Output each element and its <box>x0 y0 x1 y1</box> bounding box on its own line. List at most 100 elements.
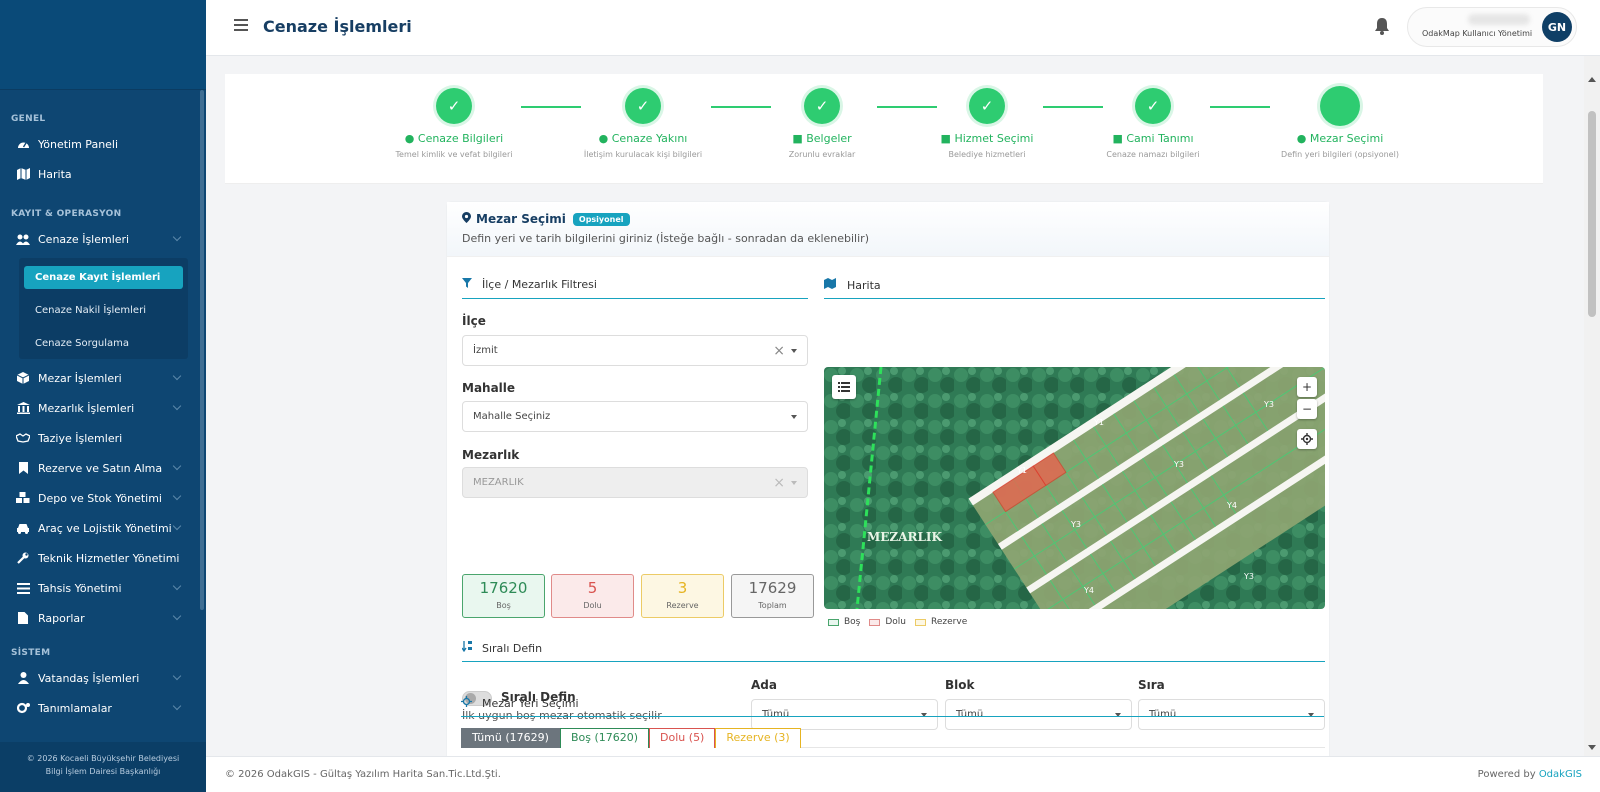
avatar[interactable]: GN <box>1542 12 1572 42</box>
step-belgeler[interactable]: ✓ ■ Belgeler Zorunlu evraklar <box>732 88 912 159</box>
mezar-yeri-section-title: Mezar Yeri Seçimi <box>461 696 579 710</box>
chevron-down-icon <box>172 461 182 471</box>
main-scrollbar[interactable] <box>1584 56 1600 756</box>
divider <box>461 716 1324 717</box>
handshake-icon <box>16 431 30 445</box>
mahalle-select[interactable]: Mahalle Seçiniz <box>462 401 808 432</box>
hamburger-icon[interactable] <box>234 19 248 34</box>
check-icon: ✓ <box>625 88 661 124</box>
sidebar-item-taziye-islemleri[interactable]: Taziye İşlemleri <box>0 423 206 453</box>
step-label: ● Mezar Seçimi <box>1296 132 1384 145</box>
caret-down-icon <box>791 481 797 485</box>
step-label: ■ Hizmet Seçimi <box>940 132 1034 145</box>
sidebar-item-label: Mezarlık İşlemleri <box>38 401 135 415</box>
sidebar-item-depo[interactable]: Depo ve Stok Yönetimi <box>0 483 206 513</box>
step-cami-tanimi[interactable]: ✓ ■ Cami Tanımı Cenaze namazı bilgileri <box>1063 88 1243 159</box>
submenu-cenaze-kayit[interactable]: Cenaze Kayıt İşlemleri <box>24 266 183 289</box>
layers-list-icon[interactable] <box>832 375 856 399</box>
stat-bos: 17620 Boş <box>462 574 545 618</box>
step-cenaze-bilgileri[interactable]: ✓ ● Cenaze Bilgileri Temel kimlik ve vef… <box>364 88 544 159</box>
road-label: Y4 <box>1226 501 1237 510</box>
sira-select[interactable]: Tümü <box>1138 699 1325 730</box>
sirali-section-title: Sıralı Defin <box>461 641 542 655</box>
step-sub: Defin yeri bilgileri (opsiyonel) <box>1281 150 1399 159</box>
sidebar-item-vatandas[interactable]: Vatandaş İşlemleri <box>0 663 206 693</box>
stat-value: 3 <box>677 579 688 597</box>
list-icon <box>16 581 30 595</box>
zoom-in-button[interactable]: + <box>1297 377 1317 397</box>
tab-tumu[interactable]: Tümü (17629) <box>461 728 560 748</box>
legend-label: Rezerve <box>931 617 968 627</box>
sidebar-item-mezar-islemleri[interactable]: Mezar İşlemleri <box>0 363 206 393</box>
ilce-select[interactable]: İzmit × <box>462 335 808 366</box>
optional-badge: Opsiyonel <box>572 212 630 226</box>
sidebar-footer: © 2026 Kocaeli Büyükşehir Belediyesi Bil… <box>0 742 206 792</box>
sidebar-item-yonetim-paneli[interactable]: Yönetim Paneli <box>0 129 206 159</box>
sidebar-submenu: Cenaze Kayıt İşlemleri Cenaze Nakil İşle… <box>19 258 188 359</box>
sidebar-item-cenaze-islemleri[interactable]: Cenaze İşlemleri <box>0 224 206 254</box>
building-icon: ■ <box>1112 132 1123 145</box>
submenu-cenaze-nakil[interactable]: Cenaze Nakil İşlemleri <box>24 299 183 322</box>
mezarlik-label: Mezarlık <box>462 448 520 462</box>
sidebar-item-label: Araç ve Lojistik Yönetimi <box>38 521 172 535</box>
check-icon: ✓ <box>436 88 472 124</box>
footer-powered: Powered by OdakGIS <box>1477 769 1582 780</box>
step-sub: Belediye hizmetleri <box>948 150 1026 159</box>
mezarlik-select[interactable]: MEZARLIK × <box>462 467 808 498</box>
sidebar-item-label: Depo ve Stok Yönetimi <box>38 491 162 505</box>
user-name <box>1468 14 1530 25</box>
user-icon <box>16 671 30 685</box>
sidebar-item-raporlar[interactable]: Raporlar <box>0 603 206 633</box>
stat-caption: Rezerve <box>666 601 699 610</box>
clear-icon[interactable]: × <box>773 343 785 359</box>
card-header: Mezar Seçimi Opsiyonel Defin yeri ve tar… <box>447 202 1329 257</box>
sidebar-item-mezarlik-islemleri[interactable]: Mezarlık İşlemleri <box>0 393 206 423</box>
sidebar-scrollbar[interactable] <box>200 90 204 610</box>
tab-bos[interactable]: Boş (17620) <box>559 728 650 748</box>
scroll-thumb[interactable] <box>1588 111 1596 317</box>
chevron-down-icon <box>172 521 182 531</box>
user-menu[interactable]: OdakMap Kullanıcı Yönetimi GN <box>1407 7 1577 47</box>
tab-rezerve[interactable]: Rezerve (3) <box>715 728 801 748</box>
sidebar: GENEL Yönetim Paneli Harita KAYIT & OPER… <box>0 0 206 792</box>
divider <box>462 298 808 299</box>
sidebar-item-arac[interactable]: Araç ve Lojistik Yönetimi <box>0 513 206 543</box>
pin-icon <box>462 212 471 226</box>
check-icon: ✓ <box>969 88 1005 124</box>
sidebar-item-rezerve[interactable]: Rezerve ve Satın Alma <box>0 453 206 483</box>
sidebar-item-tanimlamalar[interactable]: Tanımlamalar <box>0 693 206 723</box>
ilce-label: İlçe <box>462 314 486 328</box>
tab-dolu[interactable]: Dolu (5) <box>649 728 716 748</box>
step-sub: Cenaze namazı bilgileri <box>1106 150 1200 159</box>
locate-icon[interactable] <box>1297 429 1317 449</box>
blok-select[interactable]: Tümü <box>945 699 1132 730</box>
map-view[interactable]: MEZARLIK Y1 Y1 Y3 Y3 Y4 Y4 Y3 Y3 + − <box>824 367 1325 609</box>
step-hizmet-secimi[interactable]: ✓ ■ Hizmet Seçimi Belediye hizmetleri <box>897 88 1077 159</box>
wizard-stepper: ✓ ● Cenaze Bilgileri Temel kimlik ve vef… <box>225 74 1543 184</box>
sidebar-item-tahsis[interactable]: Tahsis Yönetimi <box>0 573 206 603</box>
dashboard-icon <box>16 137 30 151</box>
step-cenaze-yakini[interactable]: ✓ ● Cenaze Yakını İletişim kurulacak kiş… <box>553 88 733 159</box>
section-genel: GENEL <box>11 114 46 124</box>
sidebar-item-label: Raporlar <box>38 611 85 625</box>
submenu-cenaze-sorgulama[interactable]: Cenaze Sorgulama <box>24 332 183 355</box>
stat-caption: Boş <box>496 601 511 610</box>
step-label: ● Cenaze Yakını <box>598 132 688 145</box>
scroll-down-icon[interactable] <box>1588 745 1596 750</box>
scroll-up-icon[interactable] <box>1588 77 1596 82</box>
filter-icon <box>462 278 472 291</box>
stat-dolu: 5 Dolu <box>551 574 634 618</box>
sidebar-item-teknik[interactable]: Teknik Hizmetler Yönetimi <box>0 543 206 573</box>
bell-icon[interactable] <box>1374 17 1390 38</box>
sidebar-item-label: Taziye İşlemleri <box>38 431 123 445</box>
mezar-filter-tabs: Tümü (17629) Boş (17620) Dolu (5) Rezerv… <box>461 728 801 748</box>
zoom-out-button[interactable]: − <box>1297 399 1317 419</box>
step-mezar-secimi[interactable]: ● Mezar Seçimi Defin yeri bilgileri (ops… <box>1250 86 1430 159</box>
footer-brand-link[interactable]: OdakGIS <box>1539 769 1582 780</box>
stat-value: 5 <box>587 579 598 597</box>
section-kayit: KAYIT & OPERASYON <box>11 209 122 219</box>
stat-value: 17629 <box>748 579 797 597</box>
sidebar-item-harita[interactable]: Harita <box>0 159 206 189</box>
road-label: Y3 <box>1173 460 1184 469</box>
ada-select[interactable]: Tümü <box>751 699 938 730</box>
